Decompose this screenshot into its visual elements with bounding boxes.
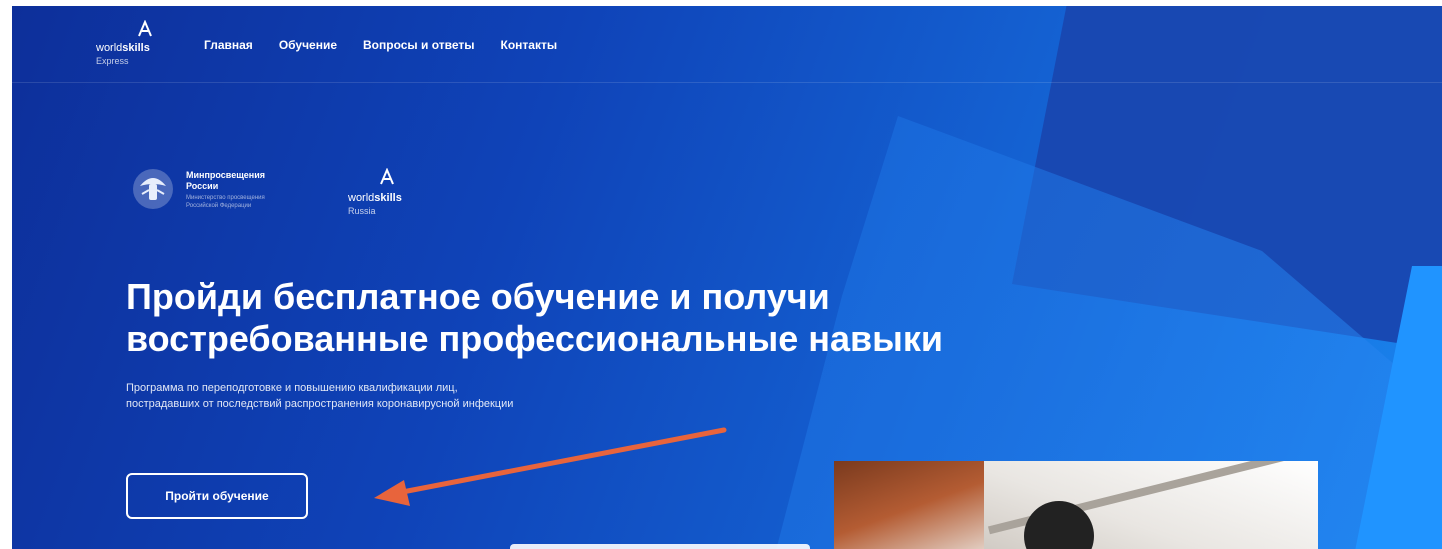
worldskills-russia-logo: worldskills Russia [348, 168, 438, 218]
worldskills-logo-icon [380, 168, 394, 185]
hero-headline: Пройди бесплатное обучение и получи вост… [126, 276, 1086, 360]
top-navigation: worldskills Express Главная Обучение Воп… [12, 6, 1442, 83]
logo-region: Express [96, 56, 129, 66]
logo-region: Russia [348, 206, 376, 216]
hero-photo [834, 461, 1318, 549]
double-headed-eagle-icon [133, 169, 173, 209]
nav-links: Главная Обучение Вопросы и ответы Контак… [204, 38, 557, 52]
logo-wordmark: worldskills [348, 192, 402, 204]
headline-line-1: Пройди бесплатное обучение и получи [126, 276, 830, 317]
start-training-button[interactable]: Пройти обучение [126, 473, 308, 519]
partner-logos: Минпросвещения России Министерство просв… [128, 164, 458, 224]
nav-link-faq[interactable]: Вопросы и ответы [363, 38, 474, 52]
nav-link-contacts[interactable]: Контакты [501, 38, 558, 52]
bottom-tab [510, 544, 810, 549]
nav-link-home[interactable]: Главная [204, 38, 253, 52]
ministry-title: Минпросвещения России [186, 170, 266, 191]
logo-wordmark: worldskills [96, 42, 150, 54]
ministry-subtitle: Министерство просвещения Российской Феде… [186, 195, 265, 209]
arrow-icon [374, 427, 727, 506]
headline-line-2: востребованные профессиональные навыки [126, 318, 944, 359]
worldskills-express-logo[interactable]: worldskills Express [96, 20, 168, 68]
hero-subtitle: Программа по переподготовке и повышению … [126, 382, 514, 410]
nav-link-training[interactable]: Обучение [279, 38, 337, 52]
worldskills-logo-icon [138, 20, 152, 37]
hero-section: worldskills Express Главная Обучение Воп… [12, 6, 1442, 549]
